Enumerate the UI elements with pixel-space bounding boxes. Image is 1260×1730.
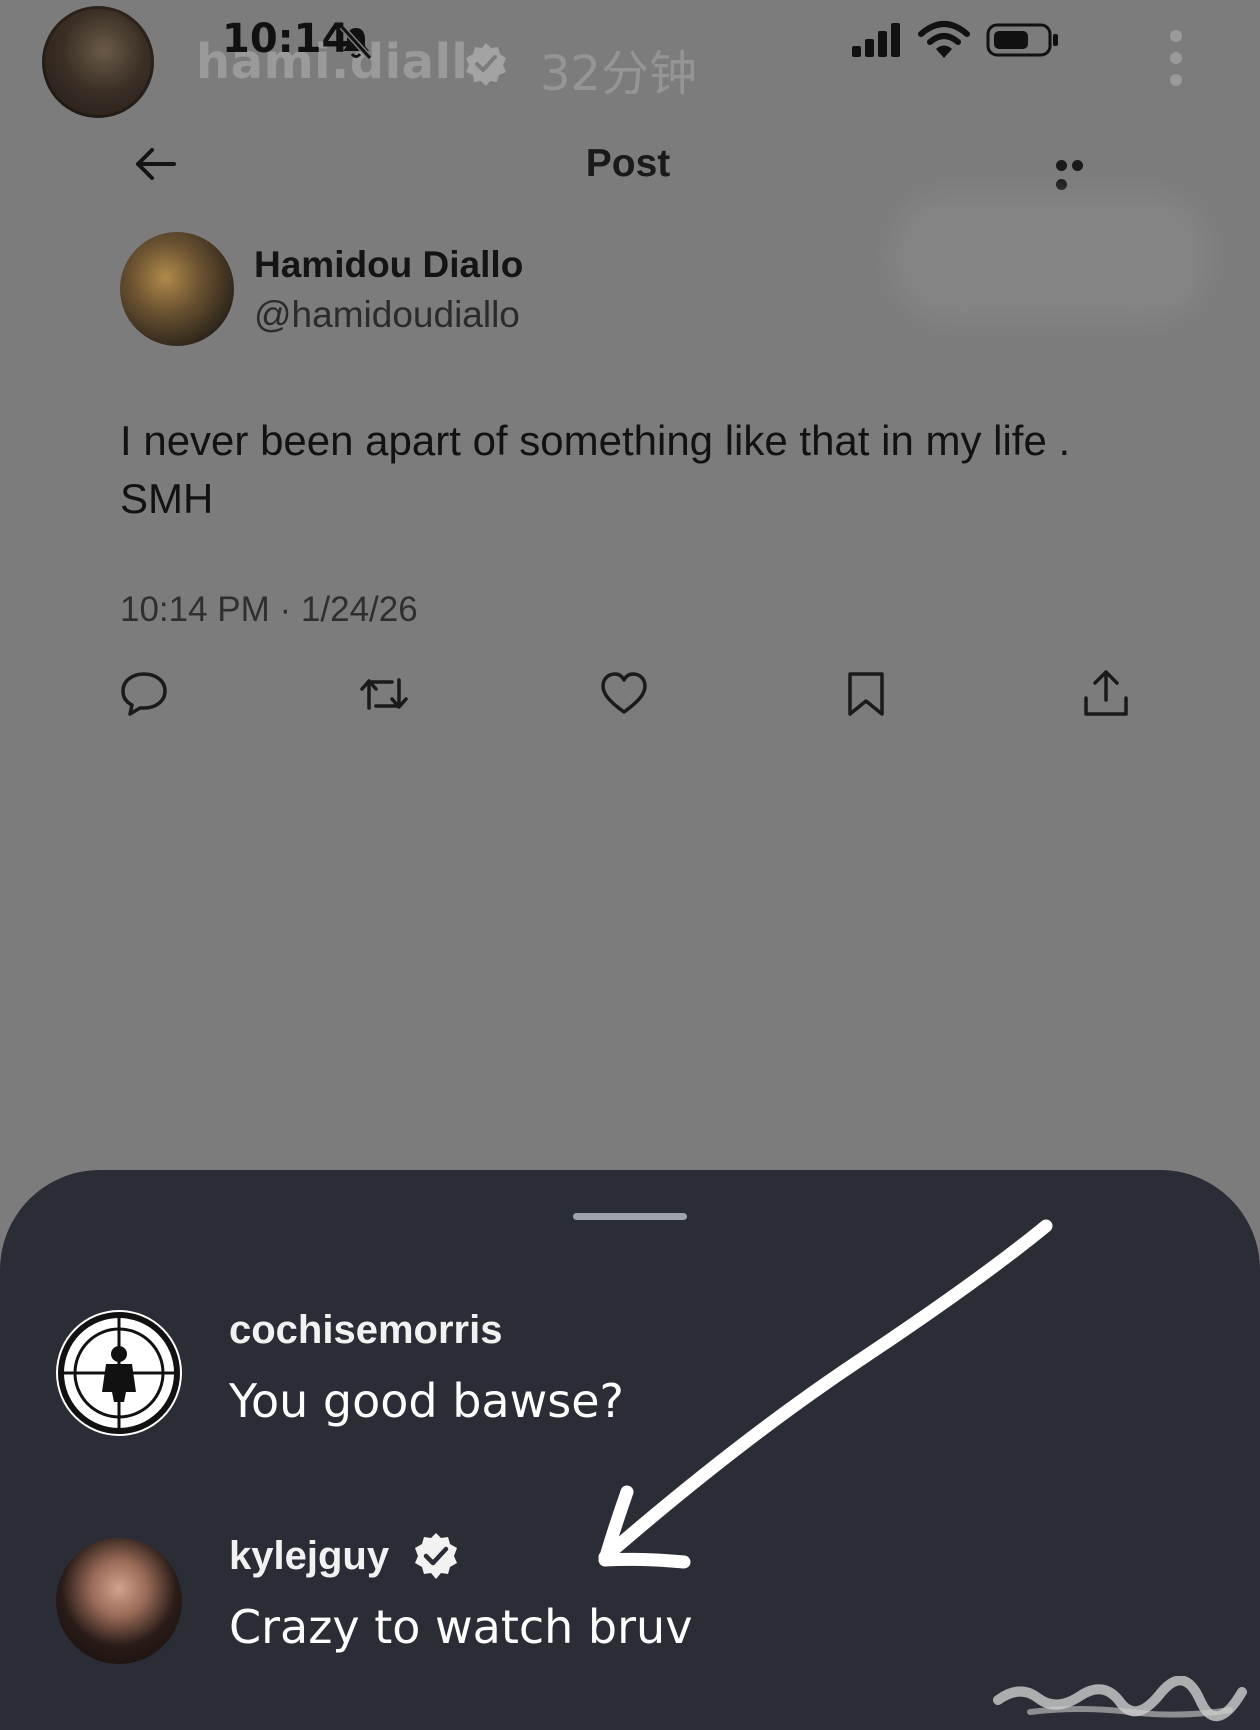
repost-icon[interactable] bbox=[358, 668, 410, 720]
verified-icon bbox=[415, 1533, 457, 1579]
story-time-ago: 32分钟 bbox=[540, 46, 698, 102]
status-time: 10:14 bbox=[222, 16, 350, 62]
blurred-area bbox=[890, 192, 1210, 322]
story-avatar[interactable] bbox=[42, 6, 154, 118]
commenter-avatar[interactable] bbox=[56, 1310, 182, 1436]
more-options-icon[interactable] bbox=[1056, 156, 1102, 190]
story-more-icon[interactable] bbox=[1166, 30, 1186, 86]
crosshair-logo-icon bbox=[58, 1312, 180, 1434]
bell-muted-icon bbox=[339, 24, 373, 61]
post-text: I never been apart of something like tha… bbox=[120, 417, 1071, 522]
comment-username[interactable]: cochisemorris bbox=[229, 1308, 502, 1353]
watermark bbox=[993, 1676, 1247, 1722]
signal-icon bbox=[852, 23, 900, 57]
bookmark-icon[interactable] bbox=[840, 668, 892, 720]
share-icon[interactable] bbox=[1080, 668, 1132, 720]
verified-icon bbox=[466, 43, 506, 86]
comment-text: You good bawse? bbox=[229, 1374, 624, 1428]
author-handle[interactable]: @hamidoudiallo bbox=[254, 294, 520, 336]
back-arrow-icon[interactable] bbox=[132, 140, 180, 188]
commenter-avatar[interactable] bbox=[56, 1538, 182, 1664]
comment-text: Crazy to watch bruv bbox=[229, 1600, 693, 1654]
author-avatar[interactable] bbox=[120, 232, 234, 346]
page-title: Post bbox=[585, 142, 671, 185]
author-name[interactable]: Hamidou Diallo bbox=[254, 244, 523, 286]
comment-username[interactable]: kylejguy bbox=[229, 1534, 389, 1579]
wifi-icon bbox=[918, 21, 970, 58]
sheet-drag-handle[interactable] bbox=[573, 1213, 687, 1220]
reply-icon[interactable] bbox=[118, 668, 170, 720]
like-icon[interactable] bbox=[598, 668, 650, 720]
battery-icon bbox=[986, 23, 1058, 57]
post-timestamp: 10:14 PM · 1/24/26 bbox=[120, 590, 418, 629]
